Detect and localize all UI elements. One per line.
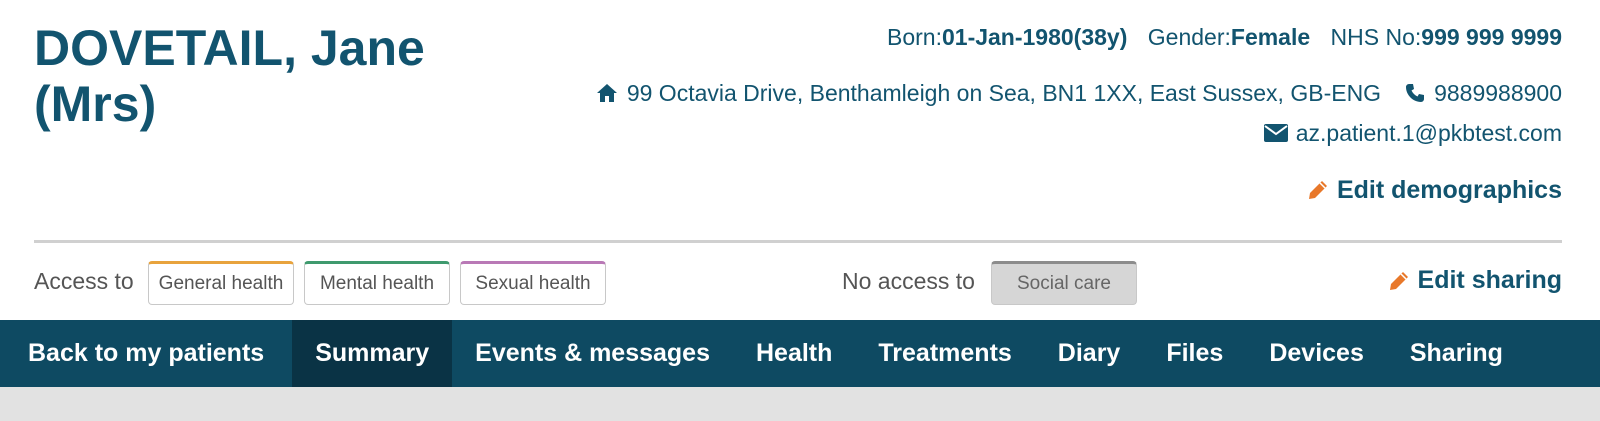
nav-diary[interactable]: Diary [1035,320,1144,387]
patient-email-line: az.patient.1@pkbtest.com [1263,118,1562,148]
access-row: Access to General health Mental health S… [34,261,1562,305]
tag-mental-health[interactable]: Mental health [304,261,450,305]
gender-label: Gender: [1147,24,1231,50]
nhs-value: 999 999 9999 [1421,24,1562,50]
nav-sharing[interactable]: Sharing [1387,320,1526,387]
edit-demographics-link[interactable]: Edit demographics [1307,175,1562,205]
tag-social-care[interactable]: Social care [991,261,1137,305]
phone-icon [1405,83,1425,103]
content-area [0,387,1600,421]
edit-sharing-label: Edit sharing [1417,266,1562,294]
tag-label: Mental health [319,273,435,294]
patient-phone: 9889988900 [1434,80,1562,106]
edit-sharing-link[interactable]: Edit sharing [1388,266,1562,295]
header-divider [34,240,1562,243]
born-label: Born: [887,24,942,50]
nav-summary[interactable]: Summary [292,320,453,387]
nhs-label: NHS No: [1330,24,1422,50]
patient-address: 99 Octavia Drive, Benthamleigh on Sea, B… [626,80,1382,106]
pencil-icon [1388,270,1410,292]
patient-navbar: Back to my patients Summary Events & mes… [0,320,1600,387]
nav-back-to-my-patients[interactable]: Back to my patients [0,320,292,387]
nav-devices[interactable]: Devices [1246,320,1387,387]
pencil-icon [1307,179,1329,201]
patient-email[interactable]: az.patient.1@pkbtest.com [1296,118,1562,148]
no-access-to-label: No access to [842,268,975,294]
envelope-icon [1263,124,1288,142]
home-icon [596,83,618,103]
nav-files[interactable]: Files [1143,320,1246,387]
gender-value: Female [1230,24,1311,50]
edit-demographics-label: Edit demographics [1336,176,1562,204]
patient-contact-line: 99 Octavia Drive, Benthamleigh on Sea, B… [596,78,1562,108]
nav-treatments[interactable]: Treatments [855,320,1034,387]
patient-name: DOVETAIL, Jane (Mrs) [34,20,425,132]
patient-demographics: Born:01-Jan-1980(38y) Gender:Female NHS … [887,22,1562,52]
tag-label: Sexual health [475,273,591,294]
tag-label: General health [158,273,284,294]
access-to-label: Access to [34,268,134,294]
tag-general-health[interactable]: General health [148,261,294,305]
nav-events-messages[interactable]: Events & messages [452,320,733,387]
tag-sexual-health[interactable]: Sexual health [460,261,606,305]
nav-health[interactable]: Health [733,320,855,387]
patient-header: DOVETAIL, Jane (Mrs) Born:01-Jan-1980(38… [0,0,1600,320]
tag-label: Social care [1017,273,1111,294]
born-value: 01-Jan-1980(38y) [941,24,1128,50]
